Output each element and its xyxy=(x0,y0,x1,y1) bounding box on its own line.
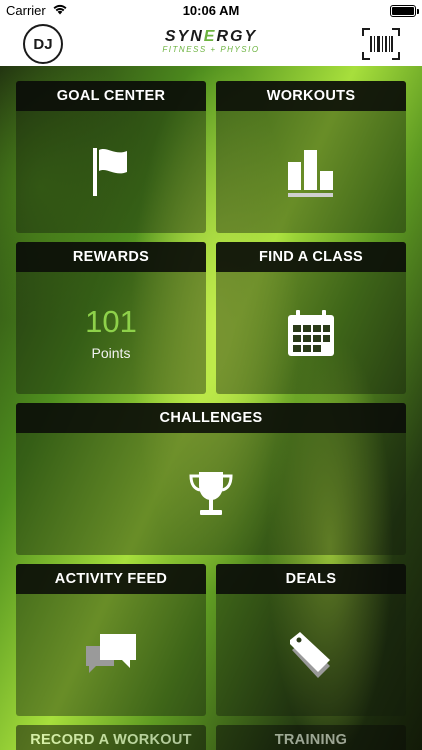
profile-avatar-button[interactable]: DJ xyxy=(23,24,63,64)
chat-bubbles-icon xyxy=(86,634,136,673)
logo-part-b: RGY xyxy=(216,28,258,45)
app-header: DJ SYNERGY FITNESS + PHYSIO xyxy=(0,22,422,66)
tile-record-a-workout[interactable]: RECORD A WORKOUT xyxy=(16,725,206,750)
dashboard-grid: GOAL CENTER WORKOUTS REWARDS 101 Points xyxy=(0,66,422,750)
tile-rewards[interactable]: REWARDS 101 Points xyxy=(16,242,206,394)
bar-chart-icon xyxy=(288,150,333,197)
tile-goal-center-title: GOAL CENTER xyxy=(16,81,206,111)
avatar-initials: DJ xyxy=(33,35,53,53)
battery-icon xyxy=(390,5,419,17)
flag-icon xyxy=(93,148,127,196)
status-bar: Carrier 10:06 AM xyxy=(0,0,422,22)
tile-activity-feed-title: ACTIVITY FEED xyxy=(16,564,206,594)
calendar-icon xyxy=(288,310,334,356)
tile-activity-feed[interactable]: ACTIVITY FEED xyxy=(16,564,206,716)
trophy-icon xyxy=(189,472,233,515)
logo-accent-letter: E xyxy=(203,28,217,45)
tile-find-a-class-title: FIND A CLASS xyxy=(216,242,406,272)
tags-icon xyxy=(290,632,330,678)
tile-challenges-title: CHALLENGES xyxy=(16,403,406,433)
tile-workouts-title: WORKOUTS xyxy=(216,81,406,111)
tile-rewards-title: REWARDS xyxy=(16,242,206,272)
tile-goal-center[interactable]: GOAL CENTER xyxy=(16,81,206,233)
tile-deals[interactable]: DEALS xyxy=(216,564,406,716)
logo-wordmark: SYNERGY xyxy=(150,28,272,46)
tile-deals-title: DEALS xyxy=(216,564,406,594)
barcode-icon xyxy=(362,28,400,60)
tile-find-a-class[interactable]: FIND A CLASS xyxy=(216,242,406,394)
tile-training-title: TRAINING xyxy=(216,725,406,750)
logo-part-a: SYN xyxy=(164,28,204,45)
tile-record-a-workout-title: RECORD A WORKOUT xyxy=(16,725,206,750)
rewards-points-label: Points xyxy=(91,344,131,361)
synergy-logo: SYNERGY FITNESS + PHYSIO xyxy=(150,28,272,62)
tile-training[interactable]: TRAINING xyxy=(216,725,406,750)
battery-fill xyxy=(392,7,414,15)
tile-challenges[interactable]: CHALLENGES xyxy=(16,403,406,555)
clock-time: 10:06 AM xyxy=(182,3,240,18)
barcode-button[interactable] xyxy=(362,28,400,60)
rewards-points-value: 101 xyxy=(85,303,137,339)
tile-workouts[interactable]: WORKOUTS xyxy=(216,81,406,233)
battery-nub xyxy=(417,9,419,14)
logo-tagline: FITNESS + PHYSIO xyxy=(162,45,260,54)
